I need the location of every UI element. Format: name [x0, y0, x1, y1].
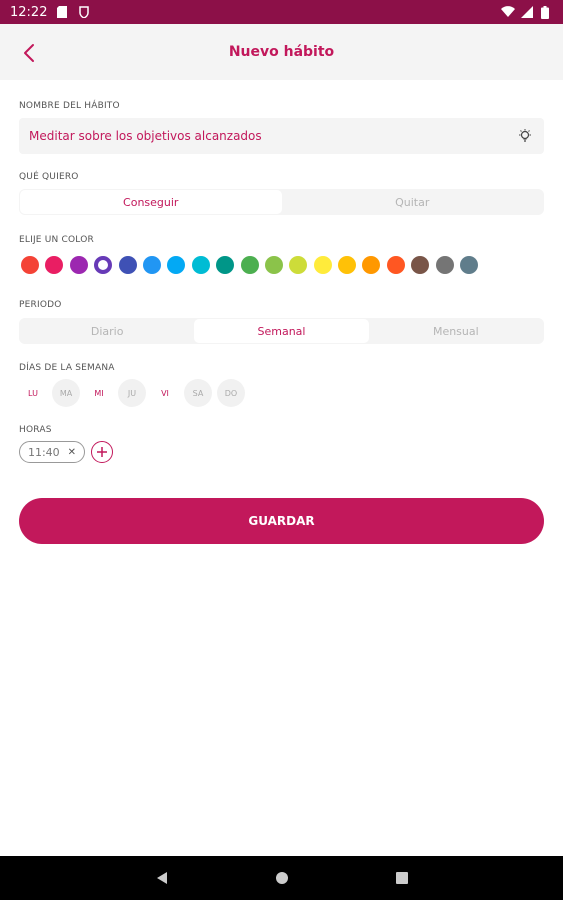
color-swatch[interactable] — [69, 256, 88, 274]
day-ma[interactable]: MA — [52, 379, 80, 407]
lightbulb-icon[interactable] — [516, 127, 534, 145]
name-field[interactable] — [19, 118, 544, 154]
want-label: QUÉ QUIERO — [19, 172, 79, 182]
period-option-semanal[interactable]: Semanal — [194, 319, 369, 343]
color-swatch[interactable] — [118, 256, 137, 274]
color-swatch[interactable] — [216, 256, 235, 274]
nav-back-button[interactable] — [152, 868, 172, 888]
day-lu[interactable]: LU — [19, 379, 47, 407]
close-icon[interactable]: ✕ — [68, 447, 76, 458]
wifi-icon — [501, 6, 515, 18]
save-button[interactable]: GUARDAR — [19, 498, 544, 544]
day-ju[interactable]: JU — [118, 379, 146, 407]
circle-home-icon — [275, 872, 288, 884]
hours-list: 11:40 ✕ — [19, 441, 113, 463]
want-option-quitar[interactable]: Quitar — [282, 190, 544, 214]
signal-icon — [521, 6, 533, 18]
period-option-diario[interactable]: Diario — [20, 319, 194, 343]
nav-home-button[interactable] — [272, 868, 292, 888]
shield-icon — [79, 6, 91, 19]
page-title: Nuevo hábito — [228, 44, 335, 60]
add-hour-button[interactable] — [91, 441, 113, 463]
sd-card-icon — [57, 6, 69, 18]
color-swatch[interactable] — [167, 256, 186, 274]
color-swatch[interactable] — [289, 256, 308, 274]
chevron-left-icon — [24, 44, 34, 62]
color-swatch[interactable] — [460, 256, 479, 274]
period-segmented: Diario Semanal Mensual — [19, 318, 544, 344]
app-bar: Nuevo hábito — [0, 24, 563, 80]
square-recents-icon — [395, 872, 408, 884]
color-swatch[interactable] — [191, 256, 210, 274]
battery-icon — [541, 6, 553, 19]
plus-icon — [97, 447, 107, 457]
days-label: DÍAS DE LA SEMANA — [19, 363, 115, 373]
back-button[interactable] — [18, 42, 40, 64]
color-swatch[interactable] — [264, 256, 283, 274]
color-swatch[interactable] — [362, 256, 381, 274]
day-do[interactable]: DO — [217, 379, 245, 407]
navigation-bar — [0, 856, 563, 900]
color-picker — [21, 256, 479, 274]
triangle-back-icon — [156, 872, 167, 884]
color-swatch[interactable] — [142, 256, 161, 274]
color-swatch[interactable] — [240, 256, 259, 274]
hour-chip[interactable]: 11:40 ✕ — [19, 441, 85, 463]
color-swatch[interactable] — [435, 256, 454, 274]
nav-recents-button[interactable] — [392, 868, 412, 888]
color-swatch[interactable] — [94, 256, 113, 274]
habit-name-input[interactable] — [29, 129, 516, 143]
period-label: PERIODO — [19, 300, 62, 310]
color-swatch[interactable] — [21, 256, 39, 274]
want-option-conseguir[interactable]: Conseguir — [20, 190, 282, 214]
status-time: 12:22 — [10, 4, 48, 20]
hours-label: HORAS — [19, 425, 52, 435]
color-label: ELIJE UN COLOR — [19, 235, 94, 245]
color-swatch[interactable] — [313, 256, 332, 274]
days-of-week: LU MA MI JU VI SA DO — [19, 379, 245, 407]
day-sa[interactable]: SA — [184, 379, 212, 407]
status-bar: 12:22 — [0, 0, 563, 24]
color-swatch[interactable] — [411, 256, 430, 274]
period-option-mensual[interactable]: Mensual — [369, 319, 543, 343]
day-vi[interactable]: VI — [151, 379, 179, 407]
hour-chip-label: 11:40 — [27, 445, 60, 459]
name-label: NOMBRE DEL HÁBITO — [19, 101, 120, 111]
color-swatch[interactable] — [386, 256, 405, 274]
color-swatch[interactable] — [338, 256, 357, 274]
want-segmented: Conseguir Quitar — [19, 189, 544, 215]
day-mi[interactable]: MI — [85, 379, 113, 407]
color-swatch[interactable] — [45, 256, 64, 274]
